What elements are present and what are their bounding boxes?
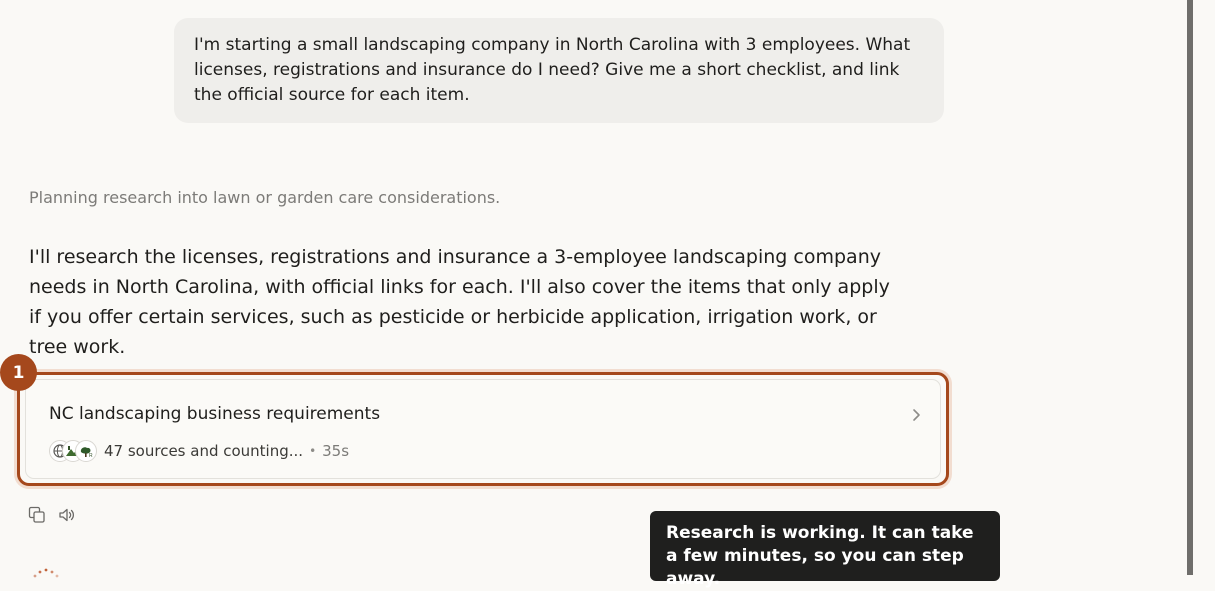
- research-card[interactable]: NC landscaping business requirements R 4…: [17, 372, 949, 486]
- speaker-icon[interactable]: [58, 506, 76, 524]
- chevron-right-icon[interactable]: [912, 408, 921, 422]
- separator: •: [309, 444, 317, 458]
- copy-icon[interactable]: [28, 506, 46, 524]
- elapsed-time: 35s: [322, 442, 350, 460]
- scrollbar[interactable]: [1187, 0, 1193, 575]
- user-message: I'm starting a small landscaping company…: [174, 18, 944, 123]
- sources-row: R 47 sources and counting... • 35s: [49, 438, 349, 464]
- research-card-title: NC landscaping business requirements: [49, 404, 381, 424]
- assistant-reply: I'll research the licenses, registration…: [29, 246, 890, 358]
- svg-text:R: R: [89, 453, 93, 459]
- research-toast: Research is working. It can take a few m…: [650, 511, 1000, 589]
- tree-icon: R: [75, 440, 97, 462]
- research-card-body[interactable]: NC landscaping business requirements R 4…: [25, 379, 941, 479]
- sources-count: 47 sources and counting...: [104, 442, 304, 460]
- loading-spinner-icon: [33, 568, 59, 578]
- step-badge: 1: [0, 354, 37, 391]
- thinking-status[interactable]: Planning research into lawn or garden ca…: [29, 188, 500, 207]
